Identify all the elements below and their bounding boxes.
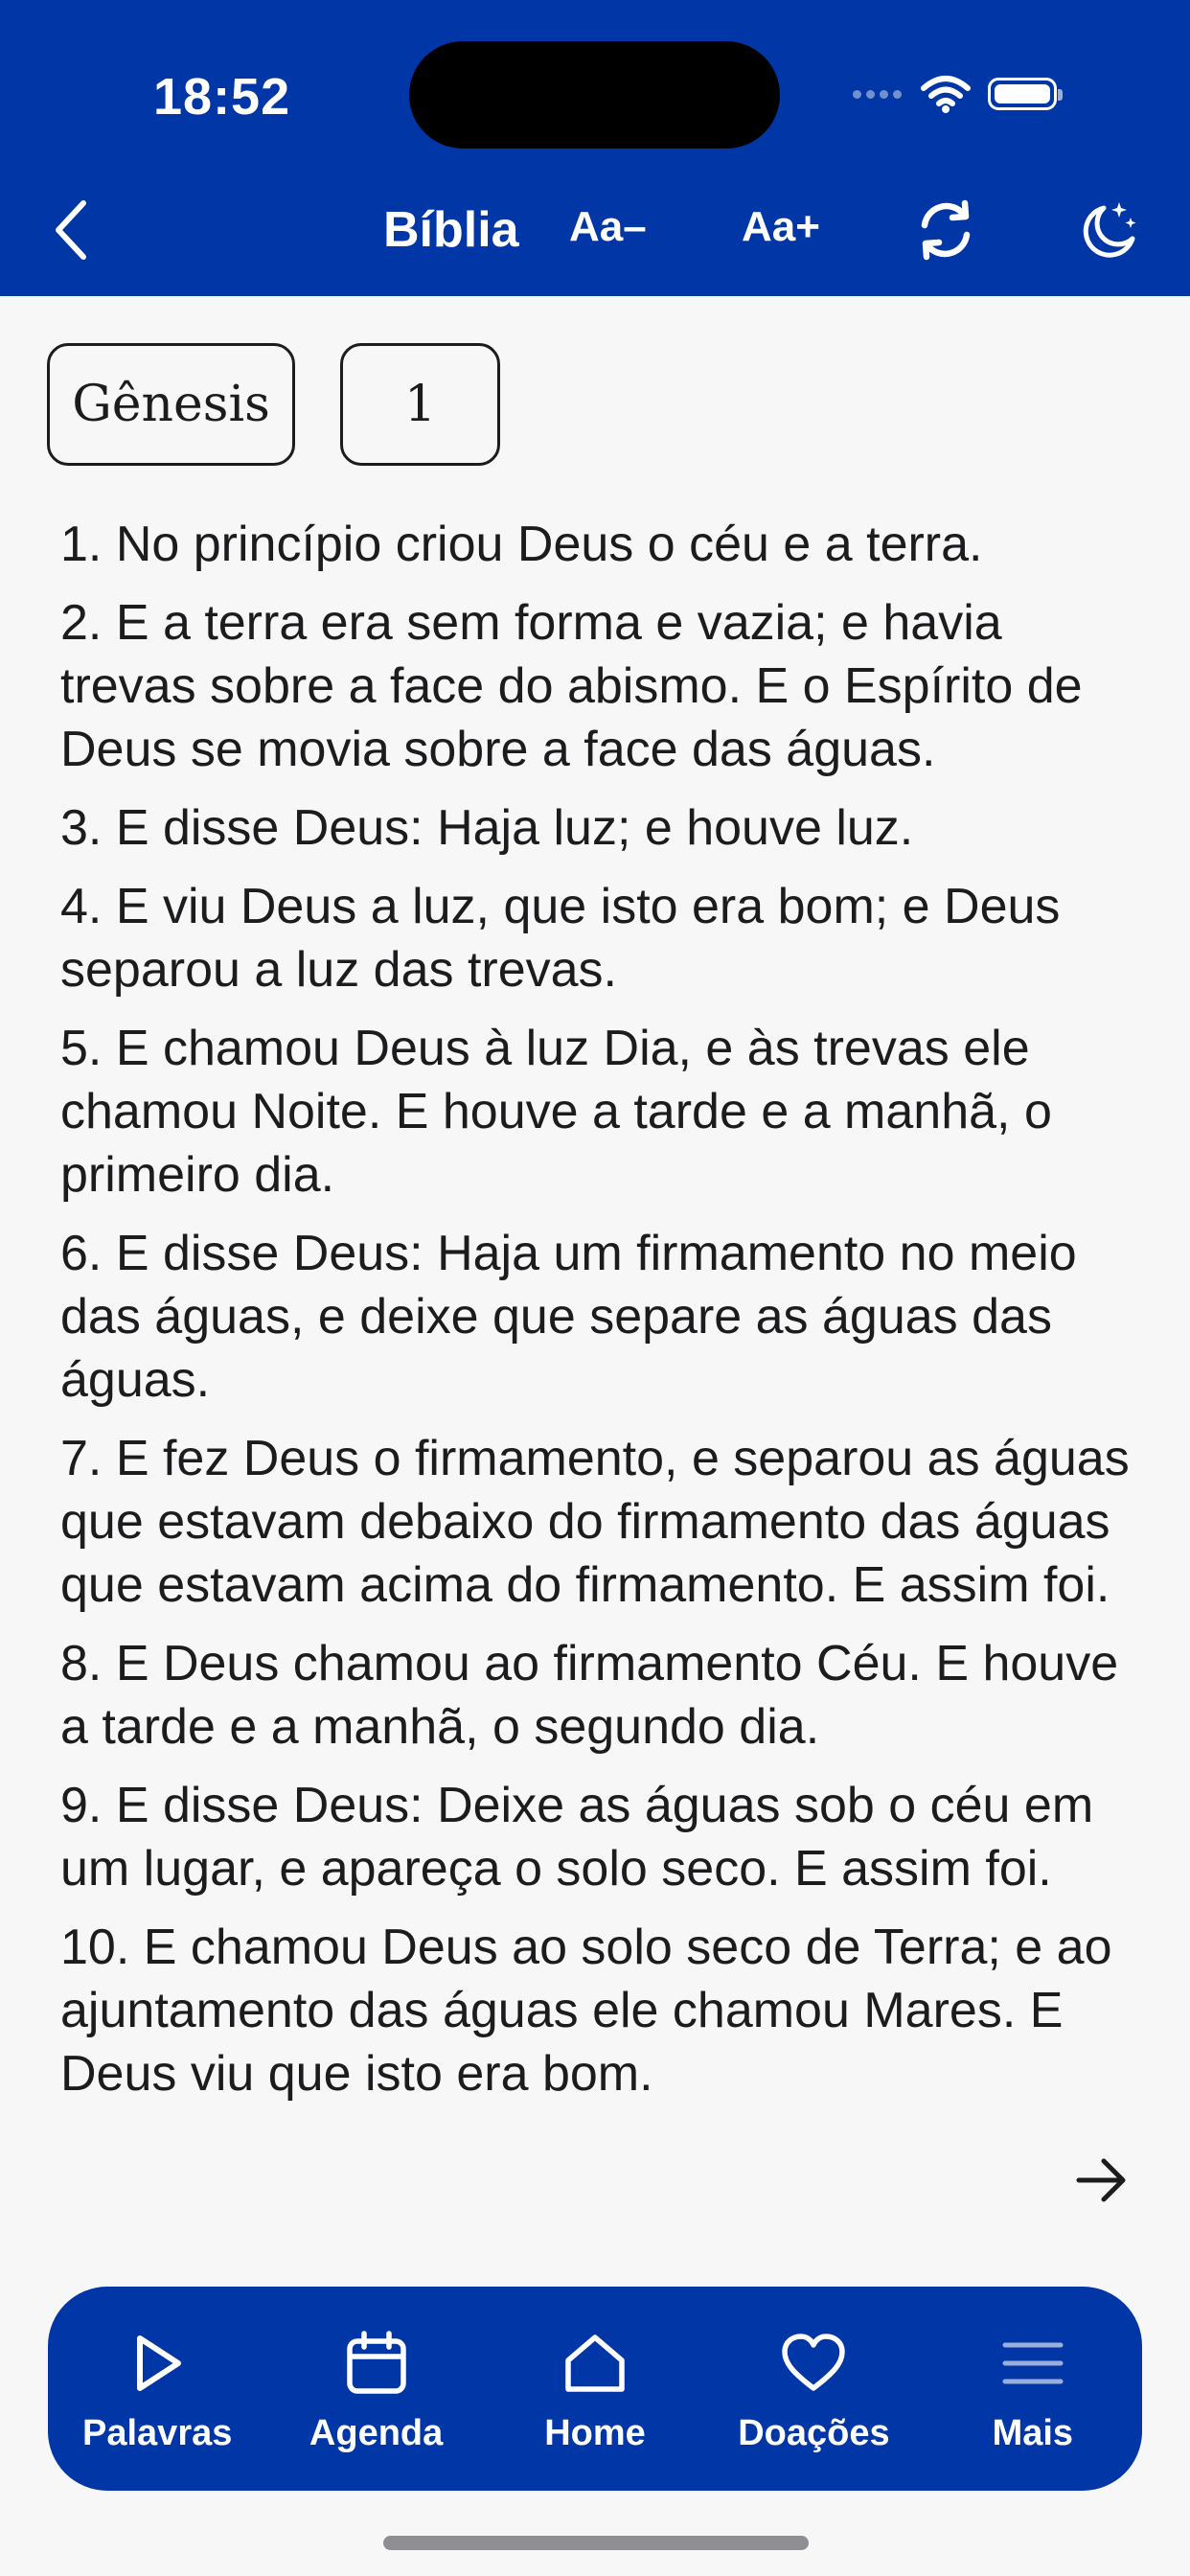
- verse-1: 1. No princípio criou Deus o céu e a ter…: [60, 517, 983, 572]
- sync-icon: [921, 199, 971, 261]
- verse-list: 1. No princípio criou Deus o céu e a ter…: [60, 513, 1143, 2266]
- verse-7: 7. E fez Deus o firmamento, e separou as…: [60, 1431, 1130, 1613]
- night-mode-button[interactable]: [1070, 192, 1147, 268]
- wifi-icon: [921, 76, 971, 113]
- sync-button[interactable]: [907, 192, 984, 268]
- page-title: Bíblia: [383, 202, 519, 258]
- verse-4: 4. E viu Deus a luz, que isto era bom; e…: [60, 879, 1061, 998]
- tab-label: Mais: [992, 2413, 1074, 2453]
- tab-bar: Palavras Agenda Home Doações Mais: [48, 2287, 1142, 2491]
- calendar-icon: [340, 2327, 413, 2400]
- play-icon: [121, 2327, 194, 2400]
- verse-8: 8. E Deus chamou ao firmamento Céu. E ho…: [60, 1636, 1119, 1755]
- battery-icon: [988, 78, 1063, 110]
- status-time: 18:52: [153, 68, 291, 126]
- home-icon: [559, 2327, 631, 2400]
- next-chapter-button[interactable]: [1068, 2147, 1135, 2214]
- menu-icon: [996, 2327, 1069, 2400]
- dynamic-island: [409, 41, 780, 149]
- tab-palavras[interactable]: Palavras: [48, 2287, 266, 2491]
- heart-icon: [777, 2327, 850, 2400]
- verse-9: 9. E disse Deus: Deixe as águas sob o cé…: [60, 1778, 1094, 1897]
- home-indicator[interactable]: [383, 2536, 809, 2550]
- verse-3: 3. E disse Deus: Haja luz; e houve luz.: [60, 800, 914, 856]
- tab-mais[interactable]: Mais: [924, 2287, 1142, 2491]
- chapter-selector[interactable]: 1: [340, 343, 500, 466]
- arrow-right-icon: [1076, 2158, 1126, 2202]
- moon-stars-icon: [1083, 202, 1136, 258]
- verse-10: 10. E chamou Deus ao solo seco de Terra;…: [60, 1920, 1112, 2102]
- font-increase-button[interactable]: Aa+: [742, 203, 820, 251]
- tab-label: Home: [544, 2413, 646, 2453]
- book-selector[interactable]: Gênesis: [47, 343, 295, 466]
- chevron-left-icon: [56, 200, 86, 260]
- tab-doacoes[interactable]: Doações: [704, 2287, 923, 2491]
- verse-2: 2. E a terra era sem forma e vazia; e ha…: [60, 595, 1083, 777]
- verse-6: 6. E disse Deus: Haja um firmamento no m…: [60, 1226, 1077, 1408]
- back-button[interactable]: [42, 192, 100, 268]
- font-decrease-button[interactable]: Aa–: [569, 203, 647, 251]
- tab-label: Palavras: [82, 2413, 233, 2453]
- cellular-signal-icon: [853, 89, 902, 99]
- tab-home[interactable]: Home: [486, 2287, 704, 2491]
- status-indicators: [853, 73, 1063, 115]
- verse-5: 5. E chamou Deus à luz Dia, e às trevas …: [60, 1021, 1052, 1203]
- tab-label: Doações: [738, 2413, 890, 2453]
- tab-label: Agenda: [309, 2413, 444, 2453]
- top-bar: 18:52 Bíblia Aa– Aa+: [0, 0, 1190, 296]
- tab-agenda[interactable]: Agenda: [266, 2287, 485, 2491]
